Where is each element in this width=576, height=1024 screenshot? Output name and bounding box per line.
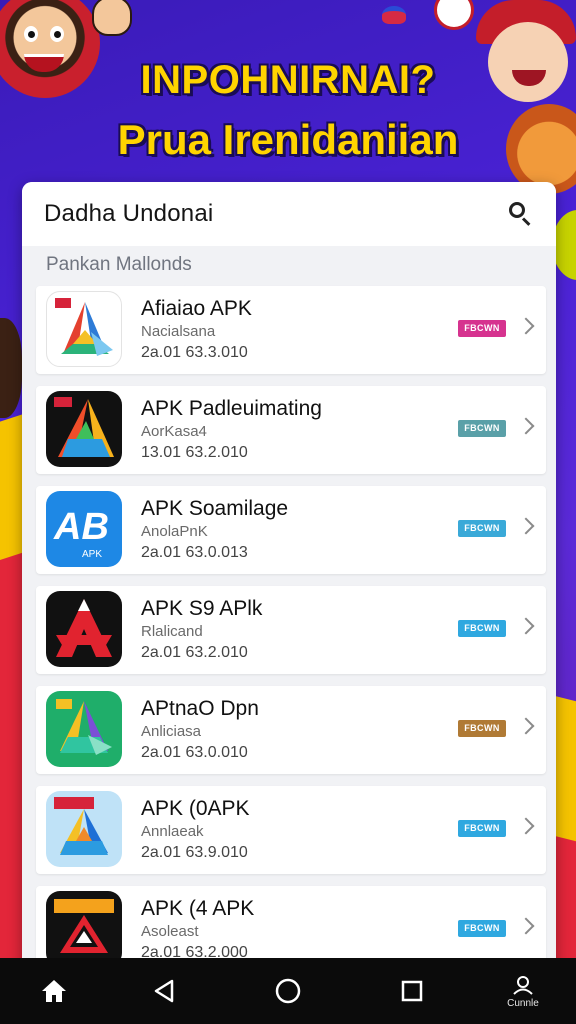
chevron-right-icon[interactable] xyxy=(517,417,535,435)
ab-letters-icon: AB APK xyxy=(46,491,122,567)
app-developer: AorKasa4 xyxy=(141,423,207,440)
app-name: APtnaO Dpn xyxy=(141,697,259,720)
chevron-right-icon[interactable] xyxy=(517,517,535,535)
green-a-icon xyxy=(46,691,122,767)
app-list-item[interactable]: APK S9 APlk Rlalicand 2a.01 63.2.010 FBC… xyxy=(36,586,546,674)
red-a-icon xyxy=(46,591,122,667)
user-icon xyxy=(513,975,533,995)
app-name: APK (4 APK xyxy=(141,897,255,920)
colorful-a-icon xyxy=(46,291,122,367)
circle-home-icon[interactable] xyxy=(262,958,314,1024)
chevron-right-icon[interactable] xyxy=(517,817,535,835)
mascot-hand-illustration xyxy=(92,0,132,36)
mascot-small-illustration xyxy=(382,6,406,24)
download-badge[interactable]: FBCWN xyxy=(458,620,506,637)
app-list-item[interactable]: APtnaO Dpn Anliciasa 2a.01 63.0.010 FBCW… xyxy=(36,686,546,774)
app-list-item[interactable]: APK (0APK Annlaeak 2a.01 63.9.010 FBCWN xyxy=(36,786,546,874)
app-developer: AnolaPnK xyxy=(141,523,208,540)
banner-subheadline: Prua Irenidaniian xyxy=(117,116,459,163)
mascot-ball-illustration xyxy=(434,0,474,30)
back-triangle-icon[interactable] xyxy=(138,958,190,1024)
download-badge[interactable]: FBCWN xyxy=(458,420,506,437)
download-badge[interactable]: FBCWN xyxy=(458,520,506,537)
download-badge[interactable]: FBCWN xyxy=(458,320,506,337)
chevron-right-icon[interactable] xyxy=(517,917,535,935)
app-version: 13.01 63.2.010 xyxy=(141,444,248,461)
app-developer: Asoleast xyxy=(141,923,199,940)
svg-text:AB: AB xyxy=(53,506,109,548)
download-badge[interactable]: FBCWN xyxy=(458,720,506,737)
home-icon[interactable] xyxy=(28,958,80,1024)
rainbow-a-icon xyxy=(46,391,122,467)
app-version: 2a.01 63.3.010 xyxy=(141,344,248,361)
app-version: 2a.01 63.9.010 xyxy=(141,844,248,861)
app-version: 2a.01 63.0.013 xyxy=(141,544,248,561)
app-developer: Annlaeak xyxy=(141,823,204,840)
app-name: APK Padleuimating xyxy=(141,397,322,420)
app-name: Afiaiao APK xyxy=(141,297,252,320)
chevron-right-icon[interactable] xyxy=(517,317,535,335)
app-developer: Rlalicand xyxy=(141,623,203,640)
app-name: APK (0APK xyxy=(141,797,250,820)
svg-text:APK: APK xyxy=(82,549,102,560)
bottom-navigation-bar: Cunnle xyxy=(0,958,576,1024)
app-developer: Nacialsana xyxy=(141,323,216,340)
red-frame-a-icon xyxy=(46,891,122,967)
app-list-item[interactable]: AB APK APK Soamilage AnolaPnK 2a.01 63.0… xyxy=(36,486,546,574)
banner-headline: INPOHNIRNAI? xyxy=(140,58,436,102)
app-list: Afiaiao APK Nacialsana 2a.01 63.3.010 FB… xyxy=(36,286,546,982)
card-title: Dadha Undonai xyxy=(44,200,214,227)
search-icon[interactable] xyxy=(504,198,536,230)
app-name: APK S9 APlk xyxy=(141,597,263,620)
section-label: Pankan Mallonds xyxy=(46,254,192,275)
mascot-edge-illustration xyxy=(0,318,22,418)
square-recents-icon[interactable] xyxy=(386,958,438,1024)
blue-tile-a-icon xyxy=(46,791,122,867)
download-badge[interactable]: FBCWN xyxy=(458,920,506,937)
chevron-right-icon[interactable] xyxy=(517,617,535,635)
user-label: Cunnle xyxy=(507,997,539,1009)
card-header: Dadha Undonai xyxy=(22,182,556,246)
chevron-right-icon[interactable] xyxy=(517,717,535,735)
app-list-item[interactable]: Afiaiao APK Nacialsana 2a.01 63.3.010 FB… xyxy=(36,286,546,374)
download-badge[interactable]: FBCWN xyxy=(458,820,506,837)
app-list-item[interactable]: APK Padleuimating AorKasa4 13.01 63.2.01… xyxy=(36,386,546,474)
app-name: APK Soamilage xyxy=(141,497,289,520)
app-list-card: Dadha Undonai Pankan Mallonds Afiaiao AP… xyxy=(22,182,556,982)
app-version: 2a.01 63.0.010 xyxy=(141,744,248,761)
app-developer: Anliciasa xyxy=(141,723,202,740)
user-profile-button[interactable]: Cunnle xyxy=(494,958,552,1024)
app-version: 2a.01 63.2.010 xyxy=(141,644,248,661)
